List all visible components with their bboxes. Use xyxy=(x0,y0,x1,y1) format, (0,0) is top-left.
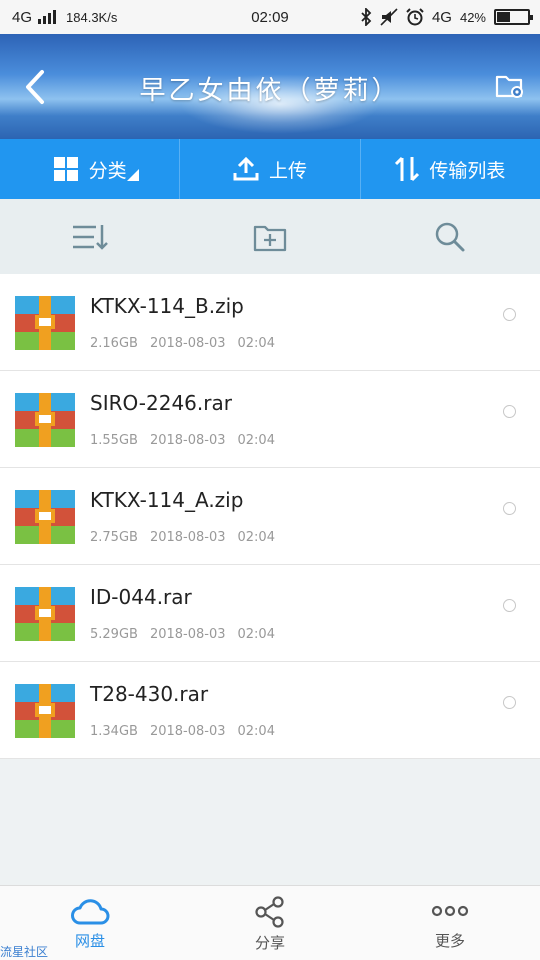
file-date: 2018-08-03 xyxy=(149,336,226,351)
nav-more-label: 更多 xyxy=(434,932,465,950)
file-list: KTKX-114_B.zip 2.16GB 2018-08-03 02:04 SIRO-… xyxy=(0,274,540,759)
signal-icon xyxy=(38,10,57,24)
file-name: KTKX-114_A.zip xyxy=(90,488,244,512)
search-icon xyxy=(435,222,465,251)
select-radio[interactable] xyxy=(503,502,516,515)
archive-icon xyxy=(15,684,75,738)
page-title: 早乙女由依（萝莉） xyxy=(139,76,401,106)
file-item[interactable]: KTKX-114_B.zip 2.16GB 2018-08-03 02:04 xyxy=(0,274,540,371)
network-speed: 184.3K/s xyxy=(66,9,118,25)
file-time: 02:04 xyxy=(237,433,275,448)
file-size: 1.34GB xyxy=(90,724,138,739)
file-meta: 1.55GB 2018-08-03 02:04 xyxy=(90,433,275,448)
dropdown-triangle-icon xyxy=(127,169,140,181)
file-time: 02:04 xyxy=(237,724,275,739)
grid-icon xyxy=(53,157,78,181)
tab-category[interactable]: 分类 xyxy=(0,139,181,199)
watermark: 流星社区 xyxy=(0,945,49,959)
file-meta: 2.75GB 2018-08-03 02:04 xyxy=(90,530,275,545)
header: 早乙女由依（萝莉） xyxy=(0,34,540,139)
status-bar: 4G 184.3K/s 02:09 4G 42% xyxy=(0,0,540,34)
file-date: 2018-08-03 xyxy=(149,627,226,642)
file-size: 5.29GB xyxy=(90,627,138,642)
select-radio[interactable] xyxy=(503,599,516,612)
tab-category-label: 分类 xyxy=(88,159,127,182)
more-icon xyxy=(431,905,469,917)
share-icon xyxy=(255,896,284,928)
tab-upload-label: 上传 xyxy=(268,159,307,182)
select-radio[interactable] xyxy=(503,696,516,709)
file-name: SIRO-2246.rar xyxy=(90,391,232,415)
folder-settings-icon[interactable] xyxy=(494,70,526,102)
select-radio[interactable] xyxy=(503,405,516,418)
sort-button[interactable] xyxy=(0,199,180,274)
file-name: ID-044.rar xyxy=(90,585,192,609)
nav-share[interactable]: 分享 xyxy=(180,886,360,960)
file-item[interactable]: T28-430.rar 1.34GB 2018-08-03 02:04 xyxy=(0,662,540,759)
tab-transfer-list[interactable]: 传输列表 xyxy=(361,139,540,199)
nav-share-label: 分享 xyxy=(254,934,285,952)
archive-icon xyxy=(15,393,75,447)
file-meta: 2.16GB 2018-08-03 02:04 xyxy=(90,336,275,351)
file-date: 2018-08-03 xyxy=(149,433,226,448)
new-folder-button[interactable] xyxy=(180,199,360,274)
toolbar xyxy=(0,199,540,274)
battery-percent: 42% xyxy=(459,9,486,25)
network-type-right: 4G xyxy=(431,8,452,26)
network-type: 4G xyxy=(12,8,33,26)
file-size: 2.16GB xyxy=(90,336,138,351)
tab-transfer-list-label: 传输列表 xyxy=(429,159,506,182)
alarm-icon xyxy=(406,8,424,26)
cloud-icon xyxy=(71,899,110,925)
nav-cloud-disk-label: 网盘 xyxy=(74,932,105,950)
file-name: KTKX-114_B.zip xyxy=(90,294,244,318)
select-radio[interactable] xyxy=(503,308,516,321)
file-item[interactable]: SIRO-2246.rar 1.55GB 2018-08-03 02:04 xyxy=(0,371,540,468)
file-item[interactable]: ID-044.rar 5.29GB 2018-08-03 02:04 xyxy=(0,565,540,662)
file-time: 02:04 xyxy=(237,530,275,545)
nav-more[interactable]: 更多 xyxy=(360,886,540,960)
bluetooth-icon xyxy=(361,8,372,26)
search-button[interactable] xyxy=(360,199,540,274)
tab-upload[interactable]: 上传 xyxy=(180,139,361,199)
file-date: 2018-08-03 xyxy=(149,724,226,739)
mute-icon xyxy=(380,8,398,26)
file-size: 2.75GB xyxy=(90,530,138,545)
upload-icon xyxy=(233,156,259,181)
sort-icon xyxy=(73,224,108,250)
archive-icon xyxy=(15,296,75,350)
new-folder-icon xyxy=(253,225,287,251)
file-name: T28-430.rar xyxy=(90,682,209,706)
archive-icon xyxy=(15,490,75,544)
battery-icon xyxy=(494,9,533,25)
tab-bar: 分类 上传 传输列表 xyxy=(0,139,540,199)
file-time: 02:04 xyxy=(237,627,275,642)
bottom-nav: 网盘 分享 更多 流星社区 xyxy=(0,885,540,960)
file-meta: 5.29GB 2018-08-03 02:04 xyxy=(90,627,275,642)
archive-icon xyxy=(15,587,75,641)
file-date: 2018-08-03 xyxy=(149,530,226,545)
file-size: 1.55GB xyxy=(90,433,138,448)
file-item[interactable]: KTKX-114_A.zip 2.75GB 2018-08-03 02:04 xyxy=(0,468,540,565)
file-time: 02:04 xyxy=(237,336,275,351)
transfer-icon xyxy=(395,156,420,182)
file-meta: 1.34GB 2018-08-03 02:04 xyxy=(90,724,275,739)
